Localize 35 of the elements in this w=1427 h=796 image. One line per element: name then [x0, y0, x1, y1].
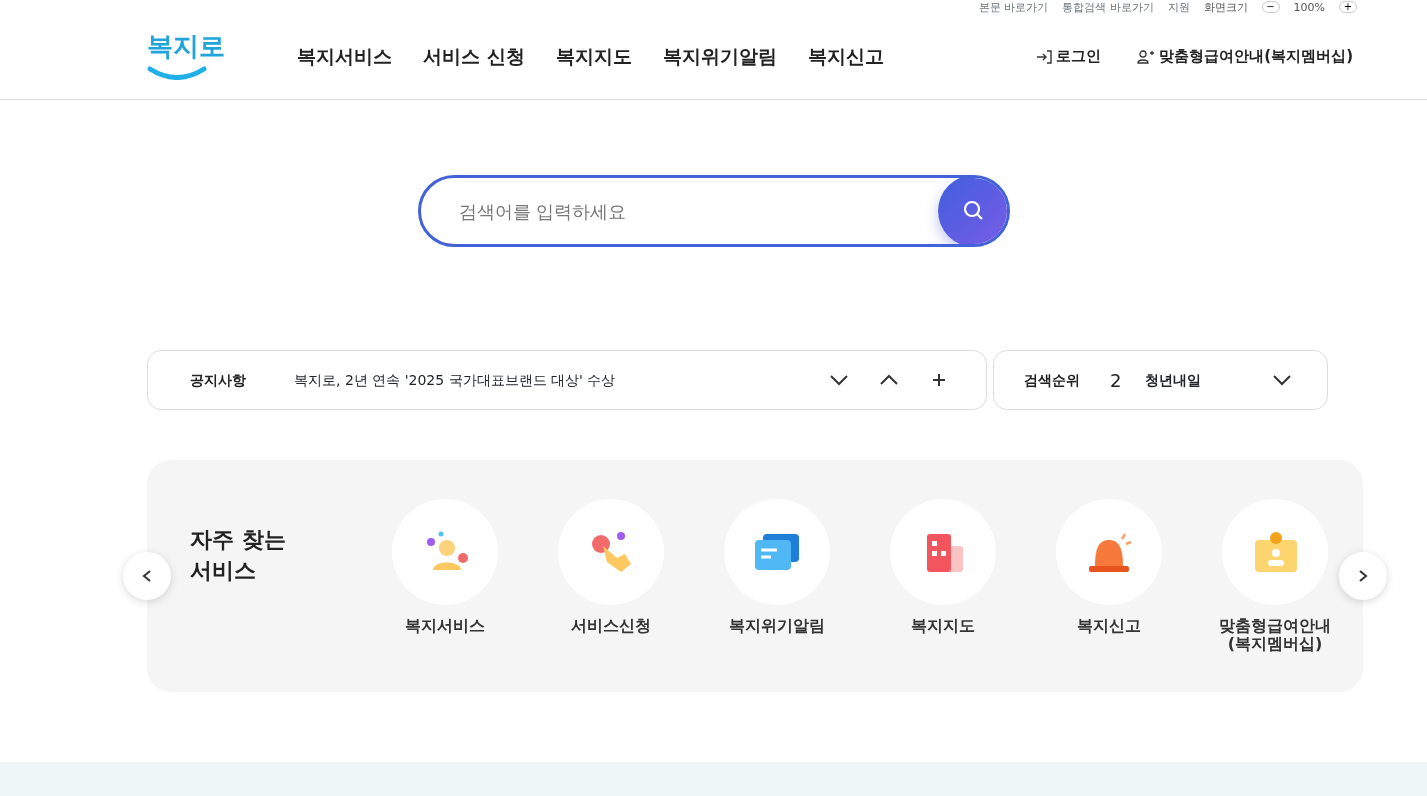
chevron-down-icon [1273, 374, 1291, 386]
zoom-in-button[interactable]: + [1339, 1, 1357, 13]
zoom-out-button[interactable]: − [1261, 1, 1280, 13]
nav-link[interactable]: 서비스 신청 [423, 42, 525, 71]
login-icon [1036, 49, 1053, 64]
zoom-value: 100% [1293, 1, 1325, 13]
ranking-label: 검색순위 [1024, 370, 1080, 390]
login-link[interactable]: 로그인 [1036, 45, 1102, 68]
smile-icon [147, 66, 207, 80]
plus-icon [930, 374, 948, 386]
notice-label: 공지사항 [190, 370, 246, 390]
utility-link[interactable]: 본문 바로가기 [978, 1, 1049, 13]
section-title: 자주 찾는 서비스 [189, 526, 287, 585]
utility-link[interactable]: 통합검색 바로가기 [1062, 1, 1154, 13]
logo-text: 복지로 [147, 31, 225, 61]
ranking-keyword[interactable]: 청년내일 [1145, 369, 1202, 391]
rank-number: 2 [1110, 368, 1122, 393]
chevron-down-icon [830, 374, 848, 386]
ranking-dropdown-button[interactable] [1273, 374, 1291, 386]
search-button[interactable] [937, 178, 1007, 244]
chevron-up-icon [880, 374, 898, 386]
add-user-icon [1137, 49, 1156, 64]
utility-link[interactable]: 지원 [1167, 1, 1190, 13]
search-input[interactable]: 검색어를 입력하세요 [420, 178, 938, 244]
nav-link[interactable]: 복지지도 [555, 42, 632, 71]
next-notice-button[interactable] [830, 374, 848, 386]
notice-link[interactable]: 복지로, 2년 연속 '2025 국가대표브랜드 대상' 수상 [294, 369, 616, 391]
nav-link[interactable]: 복지위기알림 [662, 42, 777, 71]
nav-link[interactable]: 복지서비스 [297, 42, 392, 71]
zoom-label: 화면크기 [1203, 1, 1248, 13]
membership-link[interactable]: 맞춤형급여안내(복지멤버십) [1137, 45, 1353, 68]
nav-link[interactable]: 복지신고 [807, 42, 884, 71]
more-notices-button[interactable] [930, 374, 948, 386]
search-field[interactable]: 검색어를 입력하세요 [417, 175, 1010, 247]
previous-notice-button[interactable] [880, 374, 898, 386]
